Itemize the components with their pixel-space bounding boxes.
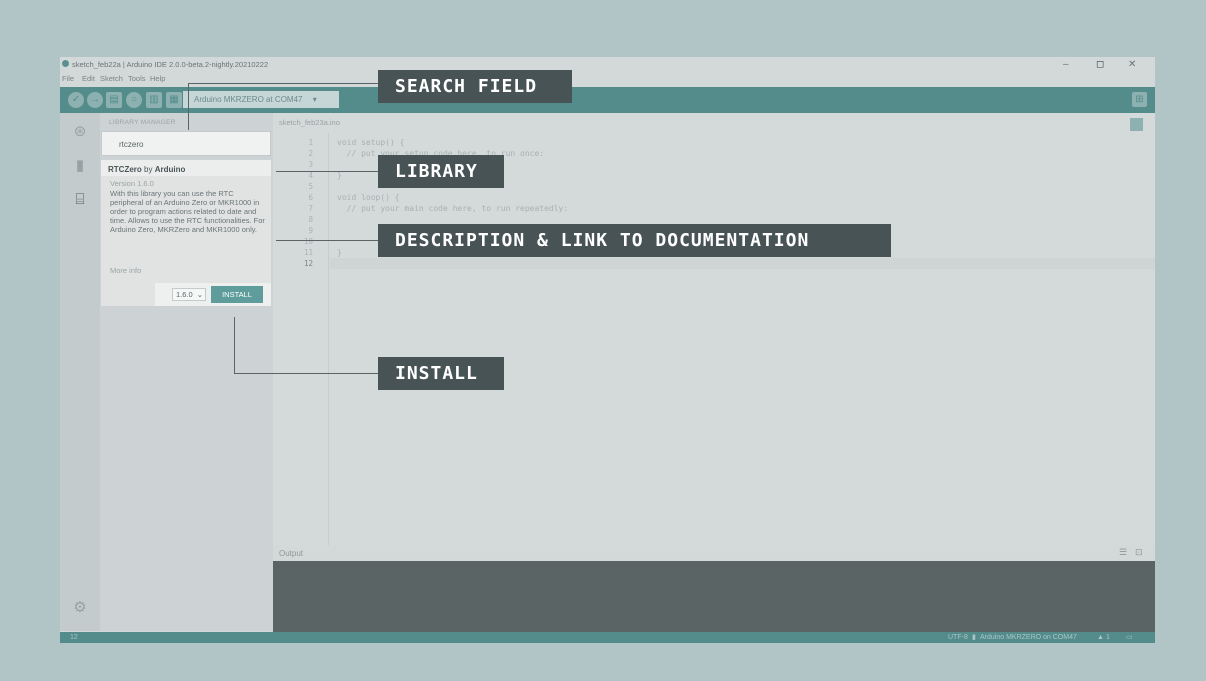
menu-sketch[interactable]: Sketch [100,74,123,83]
code-line[interactable]: // put your main code here, to run repea… [337,204,569,213]
library-version: Version 1.6.0 [110,179,154,188]
install-callout-line-horizontal [234,373,378,374]
line-number: 5 [308,182,313,191]
new-sketch-icon[interactable]: ○ [126,92,142,108]
library-description: With this library you can use the RTC pe… [110,189,265,234]
settings-gear-icon[interactable]: ⚙ [69,597,91,619]
status-line-number: 12 [70,634,78,641]
activity-rail: ⊛ ▮ ⌸ ⚙ [60,113,100,631]
library-header: RTCZero by Arduino [101,160,271,176]
line-number: 2 [308,149,313,158]
callout-install: INSTALL [378,357,504,390]
line-number: 3 [308,160,313,169]
notification-count: 1 [1106,634,1110,641]
line-number: 9 [308,226,313,235]
library-title: RTCZero by Arduino [108,165,185,174]
chevron-down-icon: ▾ [312,95,317,104]
search-input-value: rtczero [119,140,144,149]
install-row: 1.6.0 ⌄ INSTALL [155,283,271,306]
line-number: 11 [303,248,313,257]
search-field[interactable]: rtczero [101,131,271,156]
library-card: RTCZero by Arduino Version 1.6.0 With th… [101,160,271,306]
code-line[interactable]: void loop() { [337,193,400,202]
clear-output-icon[interactable]: ☰ [1119,547,1127,558]
current-line-highlight [330,258,1155,269]
status-encoding: UTF-8 [948,634,968,641]
editor-action-icon[interactable] [1130,118,1143,131]
search-callout-line-vertical [188,83,189,130]
library-author: Arduino [154,165,186,174]
lock-scroll-icon[interactable]: ⊡ [1135,547,1143,558]
close-button[interactable]: ✕ [1128,59,1136,70]
board-selector-label: Arduino MKRZERO at COM47 [194,95,303,104]
chevron-down-icon: ⌄ [196,290,204,299]
callout-description: DESCRIPTION & LINK TO DOCUMENTATION [378,224,891,257]
app-icon [62,60,69,67]
menu-tools[interactable]: Tools [128,74,146,83]
open-sketch-icon[interactable]: ▥ [146,92,162,108]
line-number: 8 [308,215,313,224]
line-number: 6 [308,193,313,202]
line-number: 4 [308,171,313,180]
callout-search-field: SEARCH FIELD [378,70,572,103]
library-by: by [144,165,153,174]
code-line[interactable]: void setup() { [337,138,404,147]
verify-icon[interactable]: ✓ [68,92,84,108]
status-board: Arduino MKRZERO on COM47 [980,634,1077,641]
version-select[interactable]: 1.6.0 ⌄ [172,288,206,301]
maximize-button[interactable]: ◻ [1096,59,1104,70]
search-callout-line-horizontal [188,83,378,84]
menu-help[interactable]: Help [150,74,165,83]
window-title: sketch_feb22a | Arduino IDE 2.0.0-beta.2… [72,60,269,69]
line-gutter: 1 2 3 4 5 6 7 8 9 10 11 12 [273,133,329,545]
line-number: 12 [303,259,313,268]
serial-monitor-icon[interactable]: ⊞ [1132,92,1147,107]
library-name: RTCZero [108,165,142,174]
upload-icon[interactable]: → [87,92,103,108]
menu-edit[interactable]: Edit [82,74,95,83]
line-number: 10 [303,237,313,246]
callout-library: LIBRARY [378,155,504,188]
install-callout-line-vertical [234,317,235,374]
board-status-icon: ▮ [972,634,976,641]
toolbar: ✓ → ▤ ○ ▥ ▦ Arduino MKRZERO at COM47 ▾ ⊞ [60,87,1155,113]
bell-icon[interactable]: ▲ [1097,632,1104,643]
output-pane[interactable] [273,561,1155,632]
library-manager-icon[interactable]: ⌸ [69,189,91,211]
sketchbook-icon[interactable]: ⊛ [69,121,91,143]
line-number: 7 [308,204,313,213]
output-label: Output [279,549,304,558]
boards-manager-icon[interactable]: ▮ [69,155,91,177]
menu-file[interactable]: File [62,74,74,83]
install-button[interactable]: INSTALL [211,286,263,303]
description-callout-line [276,240,378,241]
minimize-button[interactable]: – [1063,59,1069,70]
editor-tab[interactable]: sketch_feb23a.ino [279,118,340,127]
output-header: Output ☰ ⊡ [273,545,1155,561]
board-selector[interactable]: Arduino MKRZERO at COM47 ▾ [183,91,339,108]
status-bar: 12 UTF-8 ▮ Arduino MKRZERO on COM47 ▲ 1 … [60,632,1155,643]
code-line[interactable]: } [337,248,342,257]
save-sketch-icon[interactable]: ▦ [166,92,182,108]
toggle-panel-icon[interactable]: ▭ [1126,632,1133,643]
line-number: 1 [308,138,313,147]
library-callout-line [276,171,378,172]
code-line[interactable]: } [337,171,342,180]
version-select-value: 1.6.0 [176,290,193,299]
title-bar: sketch_feb22a | Arduino IDE 2.0.0-beta.2… [60,57,1155,73]
debug-icon[interactable]: ▤ [106,92,122,108]
library-manager-title: LIBRARY MANAGER [109,119,176,126]
more-info-link[interactable]: More info [110,266,141,275]
